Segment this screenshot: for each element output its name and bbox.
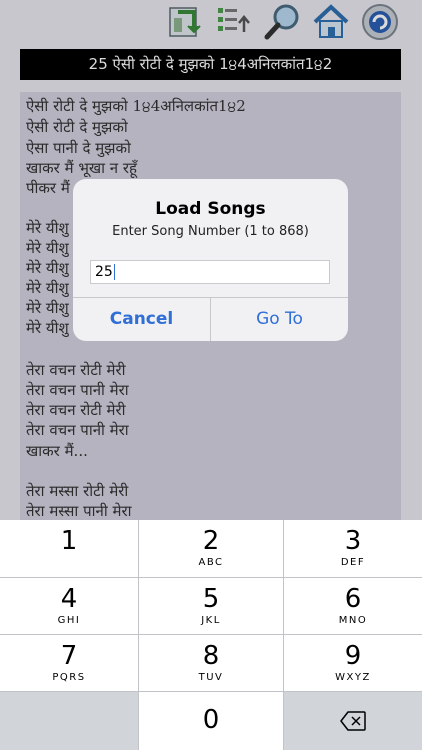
key-digit: 6 <box>344 584 362 614</box>
key-letters: DEF <box>340 557 366 568</box>
dialog-title: Load Songs <box>155 199 266 219</box>
cancel-button[interactable]: Cancel <box>73 298 210 341</box>
key-blank <box>0 692 139 750</box>
key-1[interactable]: 1 <box>0 520 139 578</box>
key-letters: PQRS <box>52 672 86 683</box>
key-letters: TUV <box>198 672 224 683</box>
key-9[interactable]: 9 WXYZ <box>284 635 422 692</box>
key-digit: 7 <box>60 641 78 671</box>
delete-key[interactable] <box>284 692 422 750</box>
key-2[interactable]: 2 ABC <box>139 520 284 578</box>
go-to-button[interactable]: Go To <box>211 298 348 341</box>
key-7[interactable]: 7 PQRS <box>0 635 139 692</box>
key-8[interactable]: 8 TUV <box>139 635 284 692</box>
key-digit: 4 <box>60 584 78 614</box>
key-digit: 9 <box>344 641 362 671</box>
key-letters: MNO <box>338 615 368 626</box>
key-digit: 8 <box>202 641 220 671</box>
load-songs-dialog: Load Songs Enter Song Number (1 to 868) … <box>73 179 348 341</box>
song-number-input[interactable]: 25 <box>90 260 330 284</box>
key-letters: GHI <box>57 615 81 626</box>
key-letters: JKL <box>201 615 221 626</box>
backspace-icon <box>340 711 366 731</box>
key-letters: WXYZ <box>335 672 371 683</box>
key-6[interactable]: 6 MNO <box>284 578 422 635</box>
key-3[interactable]: 3 DEF <box>284 520 422 578</box>
song-number-value: 25 <box>95 264 113 280</box>
dialog-message: Enter Song Number (1 to 868) <box>112 224 309 239</box>
numeric-keypad: 1 2 ABC 3 DEF 4 GHI 5 JKL 6 MNO 7 PQRS 8 TUV 9W… <box>0 520 422 750</box>
key-digit: 5 <box>202 584 220 614</box>
text-caret <box>113 264 115 280</box>
key-0[interactable]: 0 <box>139 692 284 750</box>
key-digit: 3 <box>344 526 362 556</box>
key-letters: ABC <box>198 557 224 568</box>
key-digit: 0 <box>202 705 220 735</box>
key-5[interactable]: 5 JKL <box>139 578 284 635</box>
key-digit: 1 <box>60 526 78 556</box>
key-4[interactable]: 4 GHI <box>0 578 139 635</box>
key-digit: 2 <box>202 526 220 556</box>
